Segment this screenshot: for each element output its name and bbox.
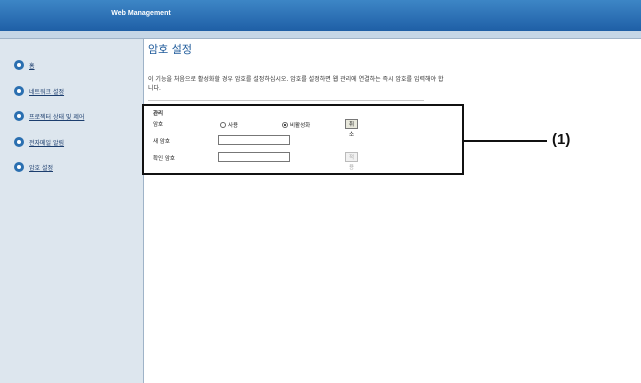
circle-arrow-icon [14,60,24,70]
sidebar-item-label[interactable]: 암호 설정 [29,163,53,172]
sidebar-item-network-settings[interactable]: 네트워크 설정 [14,86,64,96]
sidebar-item-email-alert[interactable]: 전자메일 알림 [14,137,64,147]
sidebar-item-label[interactable]: 전자메일 알림 [29,138,64,147]
highlight-box [142,104,464,175]
callout-label: (1) [552,131,571,148]
circle-arrow-icon [14,162,24,172]
sidebar-item-password-settings[interactable]: 암호 설정 [14,162,53,172]
page-title: 암호 설정 [148,43,192,56]
divider [148,100,424,101]
circle-arrow-icon [14,137,24,147]
circle-arrow-icon [14,111,24,121]
sidebar: 홈 네트워크 설정 프로젝터 상태 및 제어 전자메일 알림 암호 설정 [0,39,144,383]
sidebar-item-home[interactable]: 홈 [14,60,35,70]
sidebar-item-label[interactable]: 네트워크 설정 [29,87,64,96]
circle-arrow-icon [14,86,24,96]
callout-line [464,140,547,142]
page-description: 이 기능을 처음으로 활성화할 경우 암호를 설정하십시오. 암호를 설정하면 … [148,76,444,92]
sidebar-item-label[interactable]: 프로젝터 상태 및 제어 [29,112,84,121]
header-bar: Web Management [0,0,641,31]
header-subbar [0,31,641,39]
sidebar-item-projector-status[interactable]: 프로젝터 상태 및 제어 [14,111,84,121]
app-title: Web Management [111,10,171,17]
sidebar-item-label[interactable]: 홈 [29,61,35,70]
